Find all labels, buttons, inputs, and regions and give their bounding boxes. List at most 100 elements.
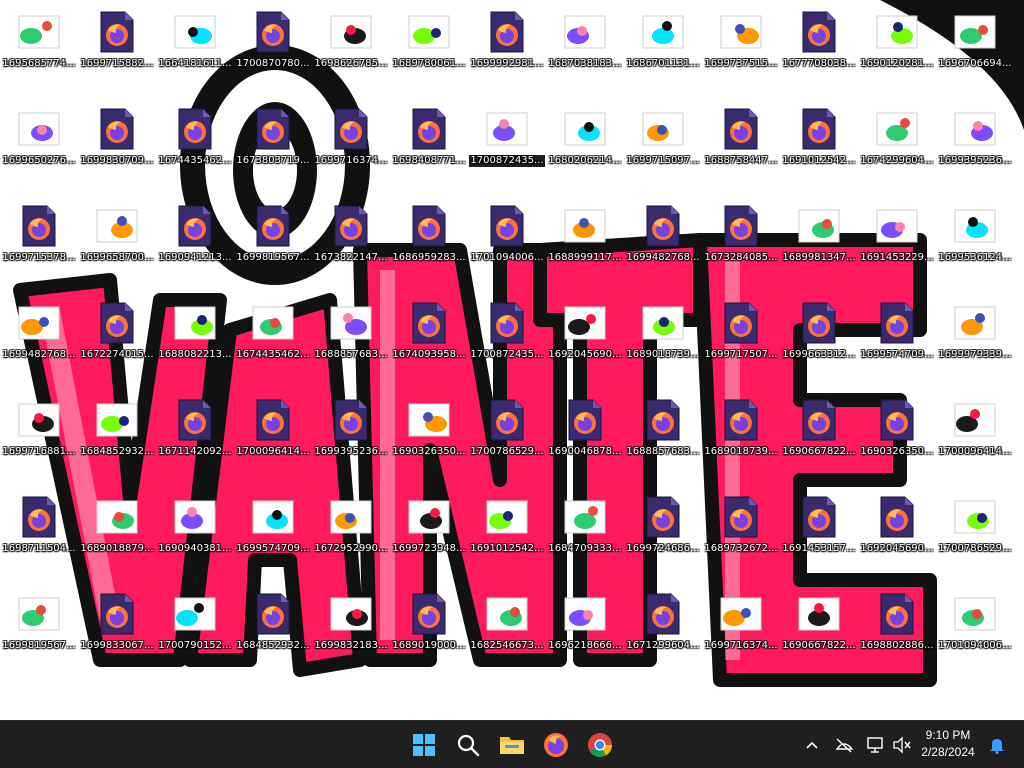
desktop-icon[interactable]: 1700786529... [936,485,1014,580]
desktop-icon[interactable]: 1699723948... [390,485,468,580]
desktop-icon[interactable]: 1698802886... [858,582,936,677]
desktop-icon[interactable]: 1692045690... [858,485,936,580]
desktop-icon[interactable]: 1699819567... [0,582,78,677]
desktop-icon[interactable]: 1690326350... [858,388,936,483]
desktop-icon[interactable]: 1699833067... [78,582,156,677]
desktop-icon[interactable]: 1700096414... [936,388,1014,483]
desktop-icon[interactable]: 1699663312... [780,291,858,386]
desktop-icon[interactable]: 1699715882... [78,0,156,95]
desktop-icon[interactable]: 1701094006... [468,194,546,289]
desktop-icon[interactable]: 1699574709... [858,291,936,386]
desktop-icon[interactable]: 1698626785... [312,0,390,95]
desktop-icon[interactable]: 1689019000... [390,582,468,677]
desktop-icon[interactable]: 1699574709... [234,485,312,580]
desktop-icon[interactable]: 1699716374... [312,97,390,192]
desktop-icon[interactable]: 1671142092... [156,388,234,483]
desktop-icon[interactable]: 1688857683... [624,388,702,483]
desktop-icon[interactable]: 1700786529... [468,388,546,483]
desktop-icon[interactable]: 1691012542... [780,97,858,192]
desktop-icon[interactable]: 1690046878... [546,388,624,483]
desktop-icon[interactable]: 1688082213... [156,291,234,386]
desktop-icon[interactable]: 1690120281... [858,0,936,95]
desktop-icon[interactable]: 1690667822... [780,388,858,483]
desktop-icon[interactable]: 1700872435... [468,97,546,192]
desktop-icon[interactable]: 1699482768... [0,291,78,386]
desktop-icon[interactable]: 1699724686... [624,485,702,580]
show-hidden-icons-button[interactable] [802,733,822,757]
desktop-icon[interactable]: 1696706694... [936,0,1014,95]
volume-control[interactable] [890,733,914,757]
desktop-icon[interactable]: 1689018739... [702,388,780,483]
desktop-icon[interactable]: 1684852932... [234,582,312,677]
desktop-icon[interactable]: 1699536124... [936,194,1014,289]
desktop-icon[interactable]: 1699992981... [468,0,546,95]
desktop-icon[interactable]: 1699830709... [78,97,156,192]
desktop-icon[interactable]: 1672952990... [312,485,390,580]
desktop-icon[interactable]: 1691453157... [780,485,858,580]
desktop-icon[interactable]: 1687038183... [546,0,624,95]
desktop-icon[interactable]: 1689780061... [390,0,468,95]
desktop-icon[interactable]: 1671299604... [624,582,702,677]
desktop-icon[interactable]: 1699482768... [624,194,702,289]
desktop-icon[interactable]: 1700870780... [234,0,312,95]
desktop-icon[interactable]: 1698408771... [390,97,468,192]
desktop-icon[interactable]: 1672274015... [78,291,156,386]
desktop-icon[interactable]: 1698711504... [0,485,78,580]
desktop-icon[interactable]: 1684852932... [78,388,156,483]
desktop-icon[interactable]: 1689981347... [780,194,858,289]
desktop-icon[interactable]: 1700096414... [234,388,312,483]
desktop-icon[interactable]: 1699737515... [702,0,780,95]
desktop-icon[interactable]: 1699716881... [0,388,78,483]
desktop-icon[interactable]: 1699717507... [702,291,780,386]
desktop-icon[interactable]: 1686959283... [390,194,468,289]
file-explorer-button[interactable] [494,727,530,763]
desktop-icon[interactable]: 1684709333... [546,485,624,580]
desktop-icon[interactable]: 1689732672... [702,485,780,580]
desktop-icon[interactable]: 1699715378... [0,194,78,289]
search-button[interactable] [450,727,486,763]
desktop-icon[interactable]: 1691012542... [468,485,546,580]
desktop-icon[interactable]: 1700790152... [156,582,234,677]
desktop-icon[interactable]: 1690326350... [390,388,468,483]
desktop-icon[interactable]: 1700872435... [468,291,546,386]
desktop-icon[interactable]: 1674435462... [234,291,312,386]
desktop-icon[interactable]: 1699832183... [312,582,390,677]
desktop-icon[interactable]: 1699979339... [936,291,1014,386]
desktop-icon[interactable]: 1682546673... [468,582,546,677]
desktop-icon[interactable]: 1699395236... [936,97,1014,192]
desktop-icon[interactable]: 1699715097... [624,97,702,192]
desktop-icon[interactable]: 1673822147... [312,194,390,289]
taskbar-clock[interactable]: 9:10 PM 2/28/2024 [912,727,984,763]
desktop-icon[interactable]: 1699650276... [0,97,78,192]
desktop-icon[interactable]: 1688999117... [546,194,624,289]
desktop-icon[interactable]: 1664181611... [156,0,234,95]
desktop-icon[interactable]: 1677708038... [780,0,858,95]
desktop-icon[interactable]: 1690667822... [780,582,858,677]
desktop-icon[interactable]: 1691453229... [858,194,936,289]
display-settings[interactable] [864,733,888,757]
desktop-icon[interactable]: 1673803719... [234,97,312,192]
desktop-icon[interactable]: 1699716374... [702,582,780,677]
desktop-icon[interactable]: 1686701131... [624,0,702,95]
start-button[interactable] [406,727,442,763]
desktop-icon[interactable]: 1699395236... [312,388,390,483]
desktop-icon[interactable]: 1673284085... [702,194,780,289]
desktop-icon[interactable]: 1701094006... [936,582,1014,677]
desktop-icon[interactable]: 1696218666... [546,582,624,677]
notifications-button[interactable] [986,733,1008,757]
desktop-icon[interactable]: 1674435462... [156,97,234,192]
desktop-icon[interactable]: 1695685774... [0,0,78,95]
desktop-icon[interactable]: 1680206214... [546,97,624,192]
desktop-icon[interactable]: 1689018739... [624,291,702,386]
desktop-icon[interactable]: 1692045690... [546,291,624,386]
desktop-icon[interactable]: 1690941213... [156,194,234,289]
desktop-icon[interactable]: 1674093958... [390,291,468,386]
desktop-icon[interactable]: 1699819567... [234,194,312,289]
firefox-button[interactable] [538,727,574,763]
desktop-icon[interactable]: 1674299604... [858,97,936,192]
desktop-icon[interactable]: 1689018879... [78,485,156,580]
desktop-icon[interactable]: 1688758447... [702,97,780,192]
chrome-button[interactable] [582,727,618,763]
desktop-icon[interactable]: 1690940381... [156,485,234,580]
network-status[interactable] [832,733,856,757]
